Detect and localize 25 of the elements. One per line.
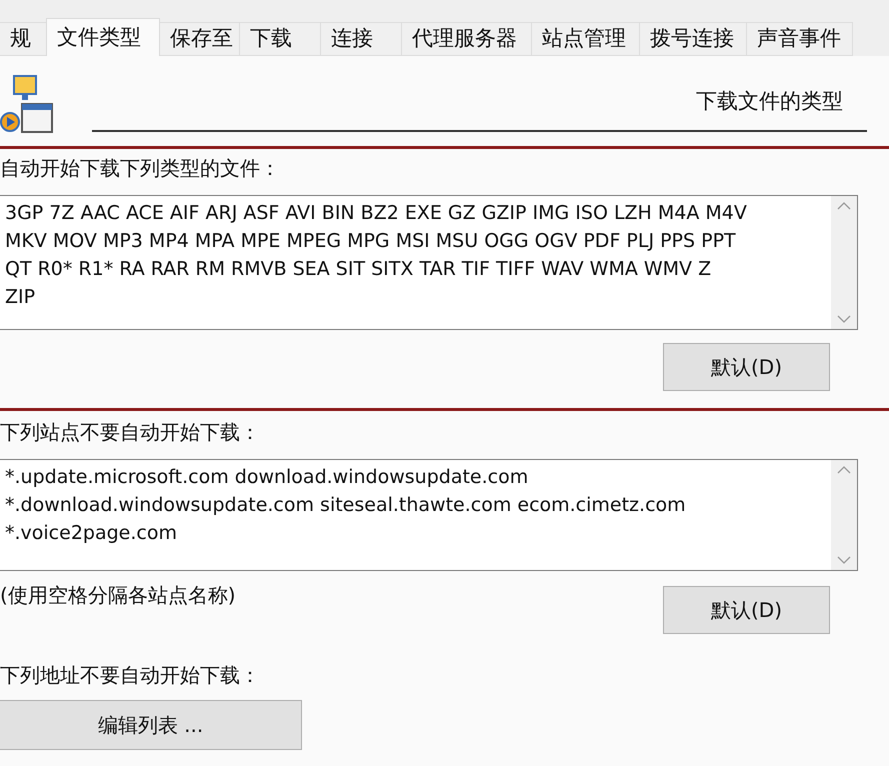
file-types-field[interactable]: 3GP 7Z AAC ACE AIF ARJ ASF AVI BIN BZ2 EXE GZ GZIP IMG ISO LZH M4A M4V MKV MOV MP3 MP4 MPA MPE MPEG MPG MSI MSU OGG OGV PDF PLJ PPS PPT QT R0* R1* RA RAR RM RMVB SEA SIT SITX TAR TIF TIFF WAV WMA WMV Z ZIP [0, 195, 858, 330]
scroll-down-icon[interactable] [837, 556, 851, 564]
sites-field[interactable]: *.update.microsoft.com download.windowsupdate.com *.download.windowsupdate.com siteseal.thawte.com ecom.cimetz.com *.voice2page.com [0, 459, 858, 571]
scrollbar[interactable] [831, 196, 857, 329]
tab[interactable]: 站点管理 [531, 22, 640, 56]
tab[interactable]: 下载 [239, 22, 321, 56]
tab[interactable]: 拨号连接 [639, 22, 747, 56]
tab[interactable]: 规 [0, 22, 47, 56]
section-label: 下列站点不要自动开始下载： [0, 419, 261, 446]
scroll-up-icon[interactable] [837, 202, 851, 210]
tab[interactable]: 代理服务器 [401, 22, 532, 56]
default-button[interactable]: 默认(D) [663, 586, 830, 634]
tab[interactable]: 保存至 [159, 22, 240, 56]
section-label: 下列地址不要自动开始下载： [0, 662, 261, 689]
scroll-up-icon[interactable] [837, 466, 851, 474]
edit-list-button[interactable]: 编辑列表 ... [0, 700, 302, 750]
tab[interactable]: 声音事件 [746, 22, 853, 56]
default-button[interactable]: 默认(D) [663, 343, 830, 391]
scroll-down-icon[interactable] [837, 315, 851, 323]
section-title: 下载文件的类型 [696, 88, 843, 116]
hint-text: (使用空格分隔各站点名称) [0, 582, 236, 609]
tab[interactable]: 文件类型 [46, 18, 160, 56]
tab[interactable]: 连接 [320, 22, 402, 56]
section-label: 自动开始下载下列类型的文件： [0, 155, 281, 182]
scrollbar[interactable] [831, 460, 857, 570]
